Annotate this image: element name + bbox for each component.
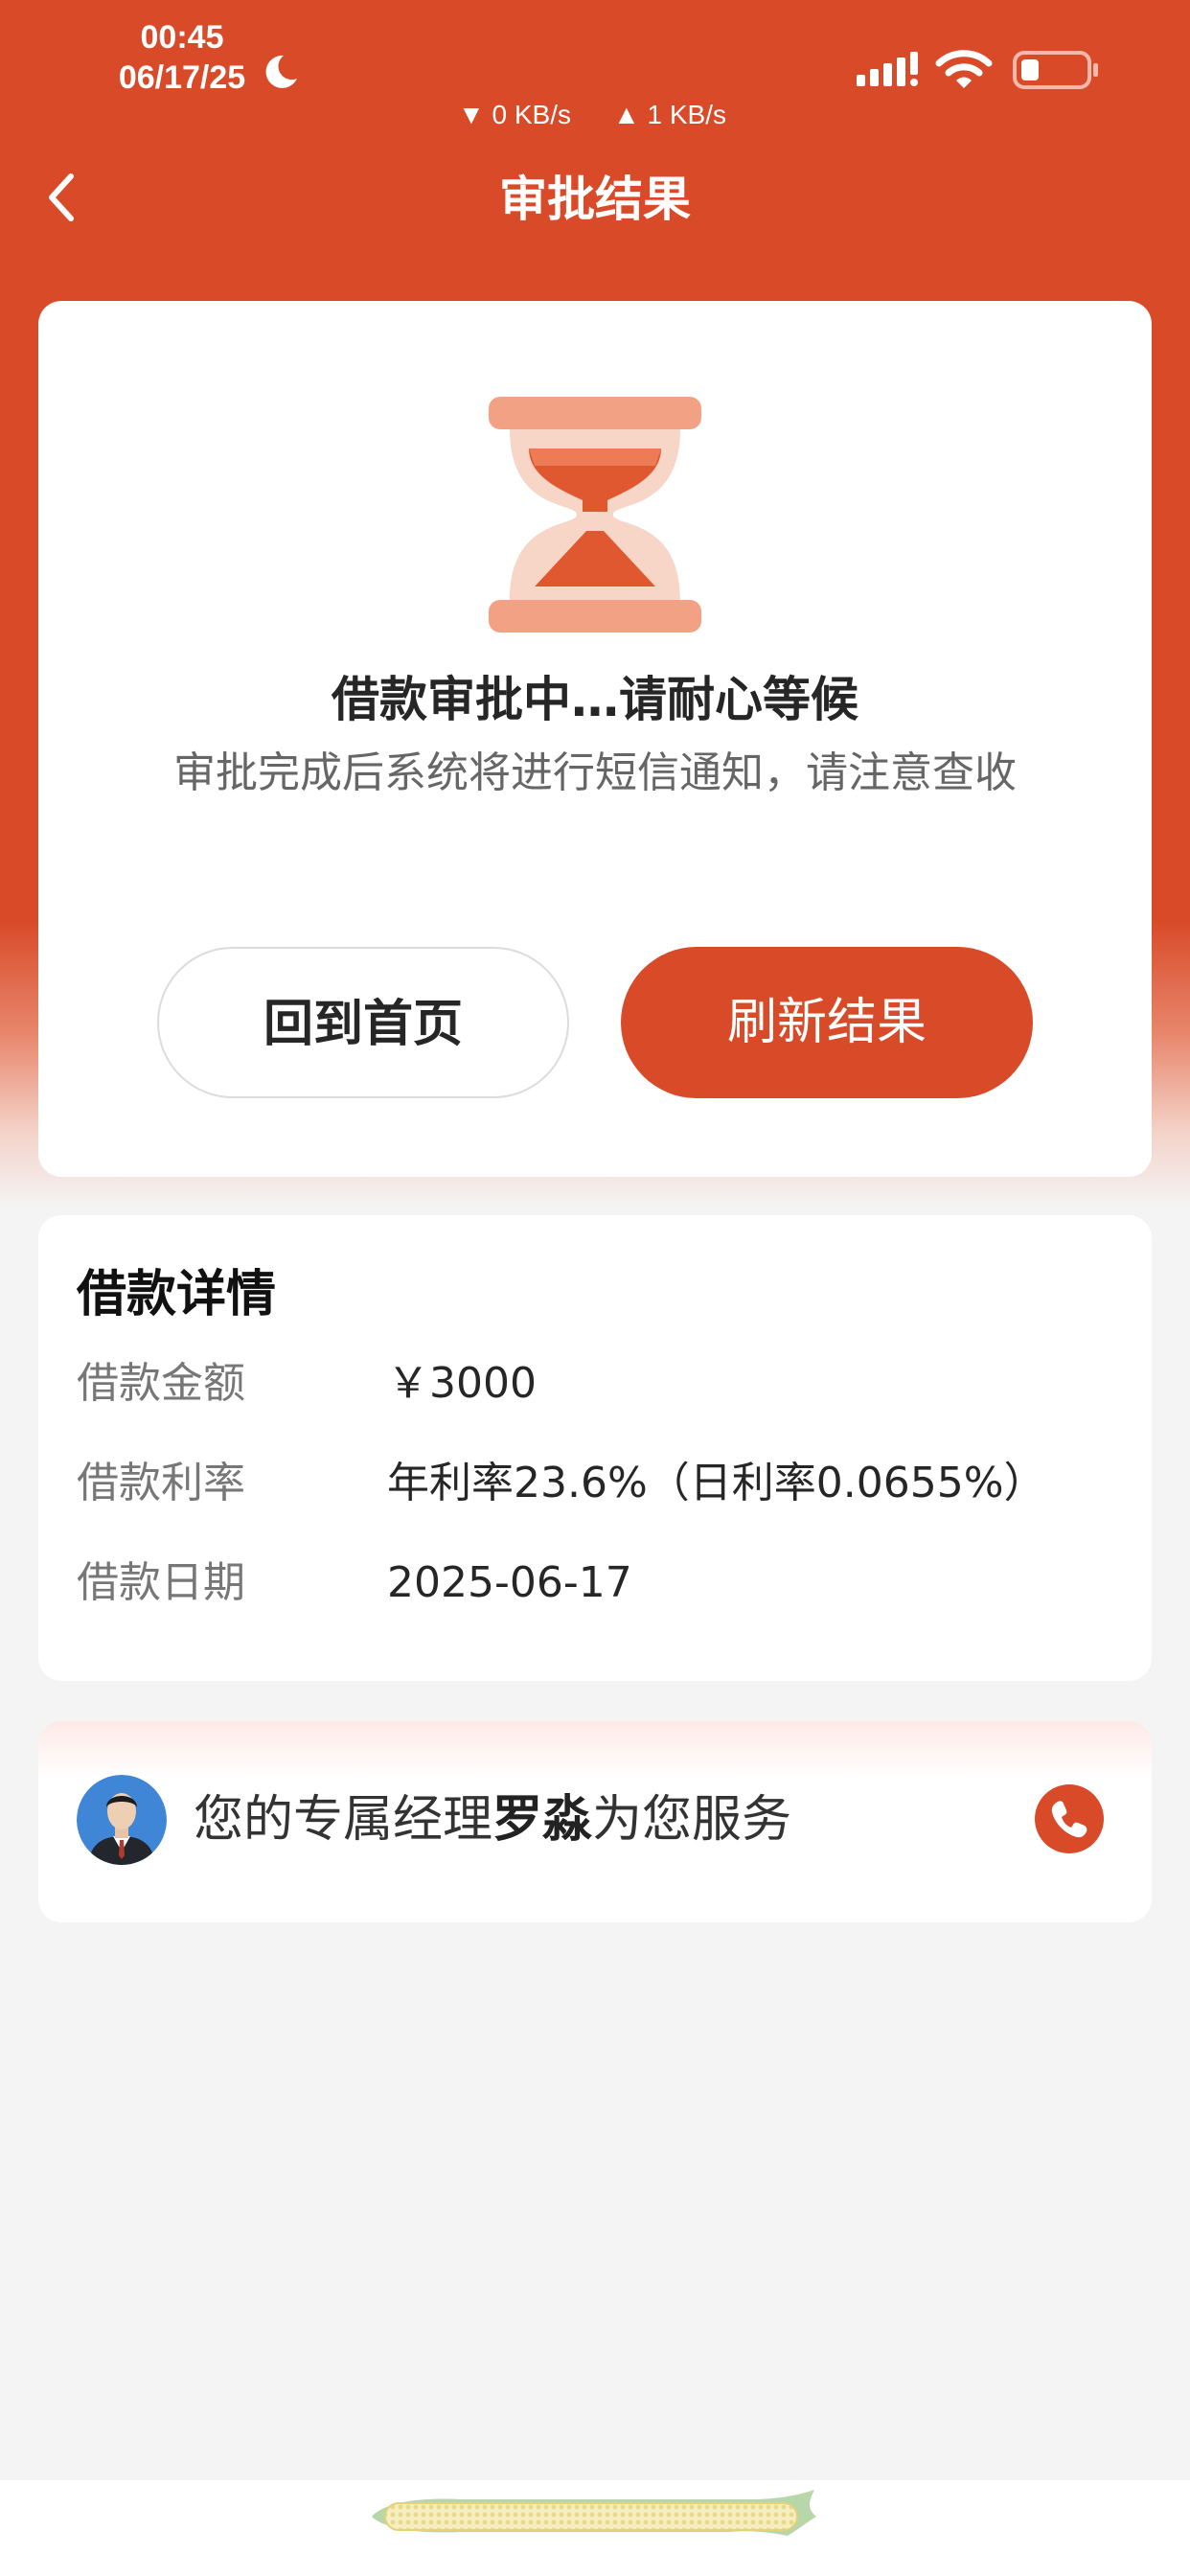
loan-date-value: 2025-06-17 — [387, 1558, 632, 1607]
status-date: 06/17/25 — [118, 59, 246, 96]
back-icon[interactable] — [38, 167, 88, 228]
phone-icon[interactable] — [1035, 1784, 1104, 1853]
moon-icon — [265, 55, 297, 88]
page-title: 审批结果 — [499, 172, 691, 227]
battery-icon — [1013, 51, 1098, 89]
loan-amount-value: ￥3000 — [387, 1359, 537, 1408]
upload-speed: ▲ 1 KB/s — [613, 100, 726, 129]
status-time: 00:45 — [140, 19, 224, 56]
home-indicator-icon — [372, 2490, 816, 2536]
loan-date-label: 借款日期 — [77, 1558, 245, 1607]
wifi-icon — [935, 50, 993, 88]
approval-status-card: 借款审批中…请耐心等候 审批完成后系统将进行短信通知，请注意查收 回到首页 刷新… — [38, 301, 1152, 1177]
approval-status-title: 借款审批中…请耐心等候 — [332, 672, 858, 727]
manager-name: 罗淼 — [492, 1791, 593, 1849]
signal-icon — [857, 52, 918, 86]
back-to-home-button[interactable]: 回到首页 — [157, 947, 569, 1098]
manager-service-text: 您的专属经理罗淼为您服务 — [194, 1784, 791, 1855]
manager-prefix: 您的专属经理 — [194, 1791, 493, 1849]
page: 00:45 06/17/25 ▼ 0 KB/s ▲ 1 KB/s 审批结果 借款… — [0, 0, 1190, 2576]
manager-suffix: 为您服务 — [592, 1791, 792, 1849]
loan-amount-label: 借款金额 — [77, 1359, 245, 1408]
manager-card: 您的专属经理罗淼为您服务 — [38, 1721, 1152, 1922]
hourglass-icon — [489, 397, 701, 632]
download-speed: ▼ 0 KB/s — [458, 100, 571, 129]
loan-details-card: 借款详情 借款金额 ￥3000 借款利率 年利率23.6%（日利率0.0655%… — [38, 1215, 1152, 1681]
loan-rate-value: 年利率23.6%（日利率0.0655%） — [387, 1459, 1046, 1507]
avatar — [77, 1775, 167, 1865]
loan-rate-label: 借款利率 — [77, 1459, 245, 1507]
loan-details-title: 借款详情 — [77, 1266, 277, 1323]
refresh-result-button[interactable]: 刷新结果 — [621, 947, 1033, 1098]
approval-status-description: 审批完成后系统将进行短信通知，请注意查收 — [173, 748, 1017, 797]
